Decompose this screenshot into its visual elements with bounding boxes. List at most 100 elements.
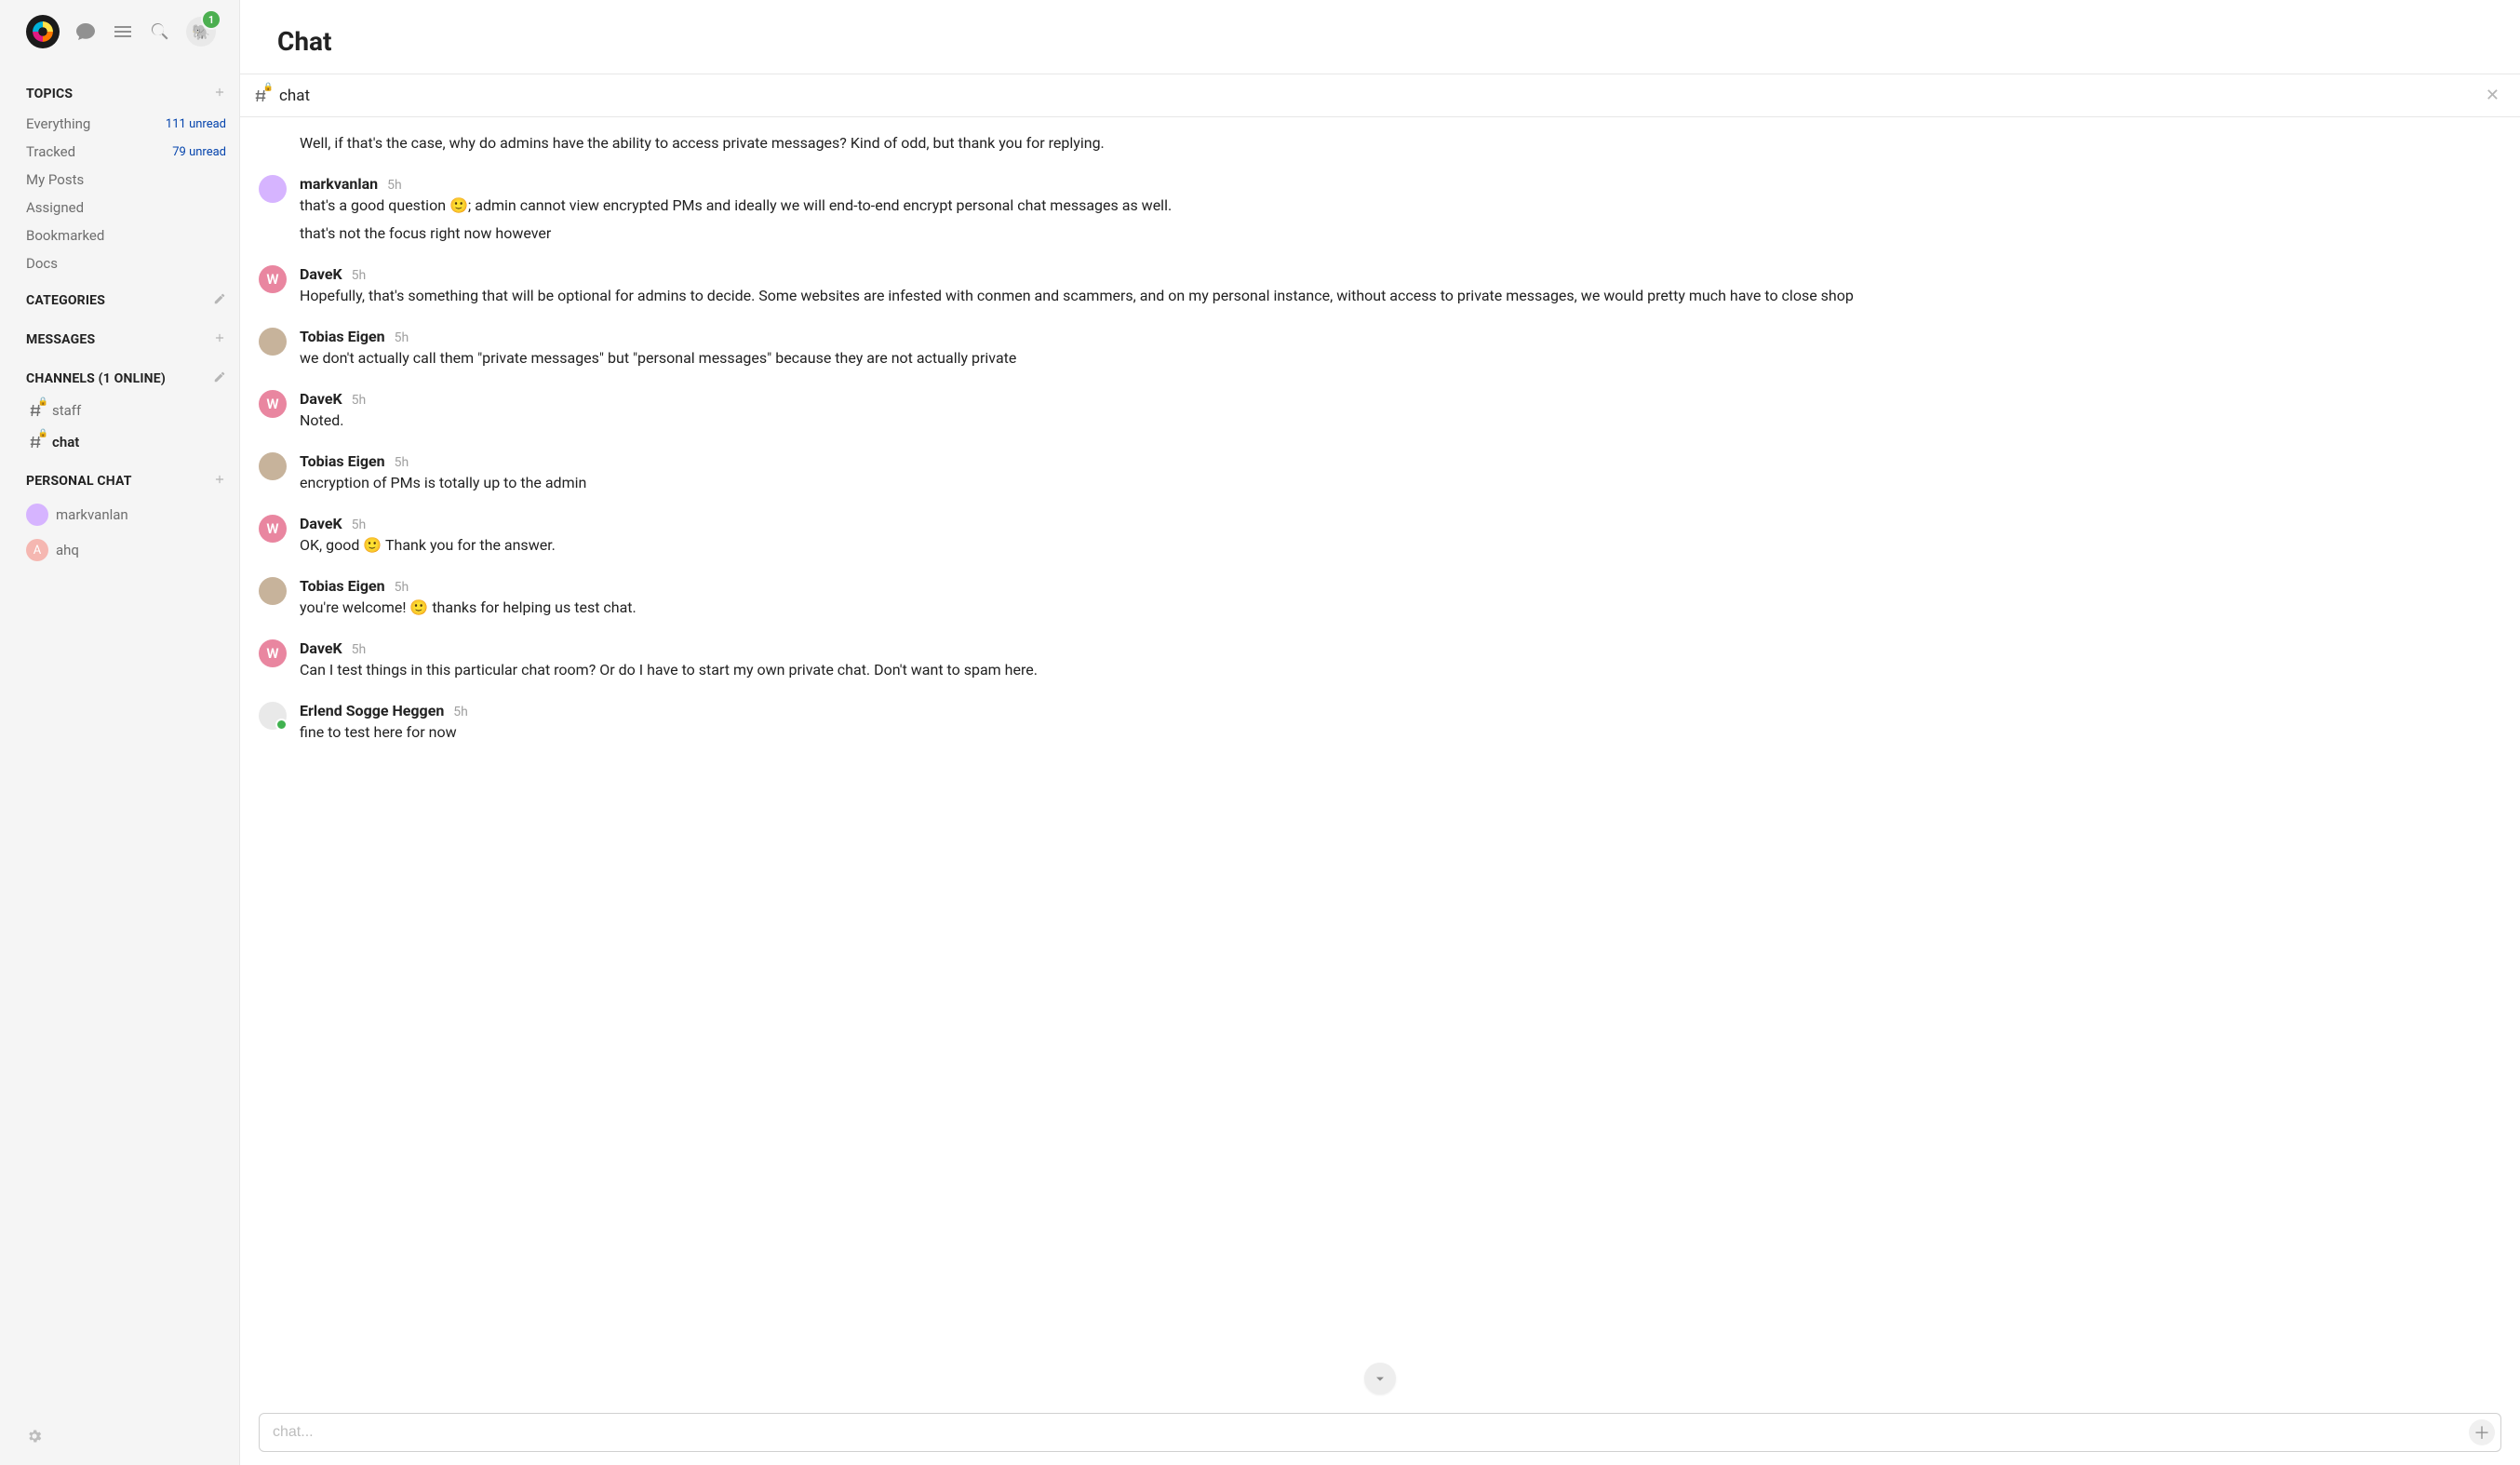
add-personal-chat-button[interactable] (213, 473, 226, 490)
section-title: MESSAGES (26, 332, 95, 347)
topic-row[interactable]: Docs (26, 249, 226, 277)
message-avatar[interactable]: W (259, 390, 287, 418)
topic-row[interactable]: Bookmarked (26, 222, 226, 249)
chat-message: W DaveK 5h Can I test things in this partic… (259, 632, 2500, 694)
message-time: 5h (352, 268, 367, 283)
message-avatar[interactable]: W (259, 265, 287, 293)
add-topic-button[interactable] (213, 86, 226, 102)
page-header: Chat (240, 0, 2520, 74)
search-icon[interactable] (149, 20, 171, 43)
composer: ＋ (259, 1413, 2501, 1452)
edit-categories-button[interactable] (213, 292, 226, 309)
message-meta: Tobias Eigen5h (300, 452, 2500, 470)
message-avatar[interactable]: W (259, 639, 287, 667)
topic-unread-count: 111 unread (166, 117, 226, 131)
channels-list: 🔒staff 🔒 chat (26, 395, 226, 458)
message-author[interactable]: Tobias Eigen (300, 328, 385, 345)
message-author[interactable]: Tobias Eigen (300, 452, 385, 470)
message-text: you're welcome! 🙂 thanks for helping us … (300, 597, 2500, 619)
message-avatar[interactable] (259, 328, 287, 356)
topic-label: Bookmarked (26, 227, 104, 244)
channel-row-chat[interactable]: 🔒 chat (26, 426, 226, 458)
message-author[interactable]: Erlend Sogge Heggen (300, 702, 444, 719)
section-title: CHANNELS (1 ONLINE) (26, 371, 166, 386)
close-channel-button[interactable]: ✕ (2486, 86, 2500, 105)
message-time: 5h (395, 330, 409, 345)
message-body: DaveK5hNoted. (300, 390, 2500, 437)
scroll-to-bottom-button[interactable] (1364, 1363, 1396, 1394)
personal-chat-row[interactable]: markvanlan (26, 497, 226, 532)
message-time: 5h (352, 642, 367, 657)
app-logo[interactable] (26, 15, 60, 48)
channel-name: chat (279, 87, 310, 105)
user-avatar[interactable]: 🐘 1 (186, 17, 216, 47)
message-author[interactable]: DaveK (300, 515, 342, 532)
topic-row[interactable]: Assigned (26, 194, 226, 222)
topic-row[interactable]: Everything 111 unread (26, 110, 226, 138)
message-time: 5h (352, 393, 367, 408)
topic-row[interactable]: My Posts (26, 166, 226, 194)
message-text: OK, good 🙂 Thank you for the answer. (300, 534, 2500, 557)
chat-message: WDaveK5hHopefully, that's something that… (259, 258, 2500, 320)
channel-hash-icon: 🔒 (251, 87, 270, 105)
message-body: Erlend Sogge Heggen5hfine to test here f… (300, 702, 2500, 749)
message-time: 5h (387, 178, 402, 193)
channel-label: staff (52, 402, 81, 419)
section-personal-chat-header: PERSONAL CHAT (26, 473, 226, 490)
message-author[interactable]: DaveK (300, 265, 342, 283)
lock-icon: 🔒 (38, 429, 48, 438)
message-avatar[interactable] (259, 452, 287, 480)
section-categories-header: CATEGORIES (26, 292, 226, 309)
message-author[interactable]: DaveK (300, 390, 342, 408)
message-meta: markvanlan 5h (300, 175, 2500, 193)
message-time: 5h (453, 705, 468, 719)
channel-row-staff[interactable]: 🔒staff (26, 395, 226, 426)
page-title: Chat (277, 26, 2483, 57)
message-body: DaveK5hOK, good 🙂 Thank you for the answ… (300, 515, 2500, 562)
chat-message: Tobias Eigen5hwe don't actually call the… (259, 320, 2500, 383)
section-title: CATEGORIES (26, 293, 105, 308)
edit-channels-button[interactable] (213, 370, 226, 387)
topic-row[interactable]: Tracked 79 unread (26, 138, 226, 166)
message-author[interactable]: markvanlan (300, 175, 378, 193)
message-avatar[interactable] (259, 577, 287, 605)
avatar: A (26, 539, 48, 561)
add-message-button[interactable] (213, 331, 226, 348)
main: Chat 🔒 chat ✕ W Well, if that's the case,… (240, 0, 2520, 1465)
message-meta: Tobias Eigen5h (300, 577, 2500, 595)
settings-icon[interactable] (26, 1431, 43, 1448)
message-body: Tobias Eigen5hwe don't actually call the… (300, 328, 2500, 375)
chat-message: W DaveK5hOK, good 🙂 Thank you for the ans… (259, 507, 2500, 570)
message-avatar[interactable] (259, 702, 287, 730)
topic-unread-count: 79 unread (172, 145, 226, 159)
chat-input[interactable] (271, 1423, 2469, 1442)
chat-message: WDaveK5hNoted. (259, 383, 2500, 445)
message-text: Can I test things in this particular cha… (300, 659, 2500, 681)
messages-pane[interactable]: W Well, if that's the case, why do admins… (240, 117, 2520, 1405)
message-avatar[interactable]: W (259, 515, 287, 543)
section-title: PERSONAL CHAT (26, 474, 132, 489)
message-text: that's a good question 🙂; admin cannot v… (300, 195, 2500, 245)
message-meta: DaveK 5h (300, 639, 2500, 657)
message-meta: DaveK 5h (300, 265, 2500, 283)
topic-label: Tracked (26, 143, 75, 160)
hamburger-icon[interactable] (112, 20, 134, 43)
message-author[interactable]: DaveK (300, 639, 342, 657)
topics-list: Everything 111 unread Tracked 79 unread My P… (26, 110, 226, 277)
sidebar: 🐘 1 TOPICS Everything 111 unread Tracked 79… (0, 0, 240, 1465)
composer-add-button[interactable]: ＋ (2469, 1419, 2495, 1445)
channel-label: chat (52, 434, 79, 450)
channel-bar: 🔒 chat ✕ (240, 74, 2520, 117)
chat-icon[interactable] (74, 20, 97, 43)
message-body: Well, if that's the case, why do admins … (300, 132, 2500, 160)
topic-label: Assigned (26, 199, 84, 216)
message-author[interactable]: Tobias Eigen (300, 577, 385, 595)
topic-label: Everything (26, 115, 90, 132)
message-meta: Tobias Eigen 5h (300, 328, 2500, 345)
section-title: TOPICS (26, 87, 73, 101)
message-avatar[interactable] (259, 175, 287, 203)
sidebar-footer (26, 1420, 226, 1456)
avatar (26, 504, 48, 526)
personal-chat-label: ahq (56, 542, 79, 558)
personal-chat-row[interactable]: Aahq (26, 532, 226, 568)
